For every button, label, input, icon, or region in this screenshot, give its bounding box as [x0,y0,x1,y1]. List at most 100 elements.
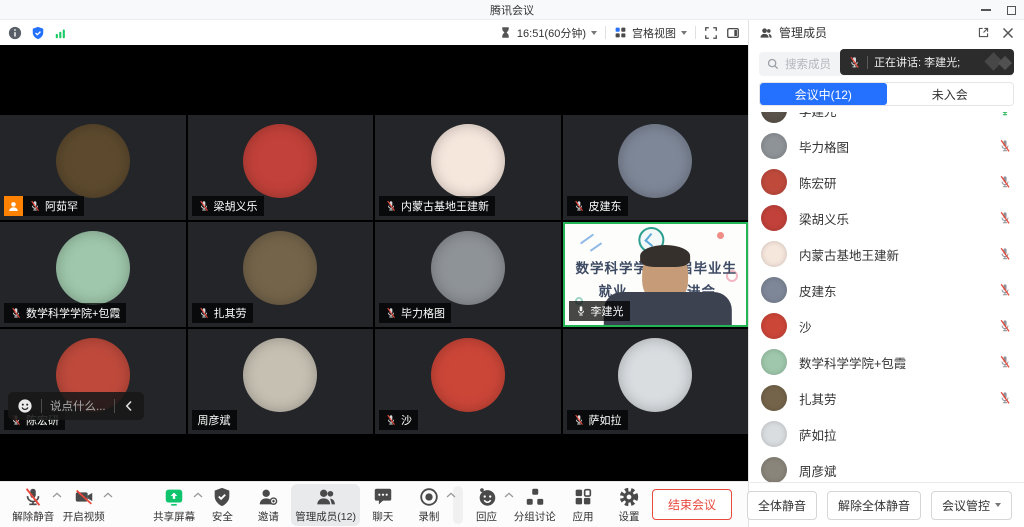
video-tile[interactable]: 周彦斌 [188,329,374,434]
window-controls [981,0,1016,20]
panel-title: 管理成员 [779,24,827,41]
maximize-icon[interactable] [1007,6,1016,15]
chat-button[interactable]: 聊天 [360,484,406,526]
avatar [761,349,787,375]
manage-members-button[interactable]: 管理成员(12) [291,484,359,526]
video-tile[interactable]: 梁胡义乐 [188,115,374,220]
members-icon [315,486,337,508]
tencent-meeting-window: 腾讯会议 16:51(60分钟) [0,0,1024,527]
video-tile[interactable]: 内蒙古基地王建新 [375,115,561,220]
view-mode-selector[interactable]: 宫格视图 [614,25,687,41]
mic-muted-icon[interactable] [998,211,1012,225]
record-button[interactable]: 录制 [406,484,452,526]
video-tile[interactable]: 沙 [375,329,561,434]
mic-muted-icon [385,414,397,426]
mic-muted-icon[interactable] [998,355,1012,369]
meeting-timer[interactable]: 16:51(60分钟) [499,25,597,41]
apps-button[interactable]: 应用 [560,484,606,526]
layout-icon[interactable] [726,26,740,40]
video-tile[interactable]: 萨如拉 [563,329,749,434]
quick-chat-bar[interactable]: 说点什么... [8,392,144,420]
member-row[interactable]: 数学科学学院+包霞 [761,344,1012,380]
start-video-button[interactable]: 开启视频 [58,484,108,526]
close-icon[interactable] [1002,27,1014,39]
video-tile-active-speaker[interactable]: 数学科学学 届毕业生 就业 进会 李建光 [563,222,749,327]
avatar [761,241,787,267]
member-row[interactable]: 周彦斌 [761,452,1012,482]
reaction-button[interactable]: 回应 [464,484,510,526]
mic-muted-icon[interactable] [998,319,1012,333]
mic-muted-icon [22,486,44,508]
video-tile[interactable]: 皮建东 [563,115,749,220]
mute-all-button[interactable]: 全体静音 [747,491,817,520]
member-row[interactable]: 毕力格图 [761,128,1012,164]
window-titlebar: 腾讯会议 [0,0,1024,20]
invite-button[interactable]: 邀请 [245,484,291,526]
share-screen-button[interactable]: 共享屏幕 [149,484,199,526]
tool-label: 共享屏幕 [153,509,195,524]
unmute-button[interactable]: 解除静音 [8,484,58,526]
popout-icon[interactable] [977,26,990,39]
fullscreen-icon[interactable] [704,26,718,40]
video-tile[interactable]: 阿茹罕 [0,115,186,220]
participant-name: 萨如拉 [589,412,622,428]
info-icon[interactable] [8,26,22,40]
member-row[interactable]: 皮建东 [761,272,1012,308]
member-name: 数学科学学院+包霞 [799,353,986,372]
network-signal-icon[interactable] [54,26,68,40]
settings-button[interactable]: 设置 [606,484,652,526]
avatar [761,385,787,411]
mic-muted-icon[interactable] [998,175,1012,189]
video-tile[interactable]: 毕力格图 [375,222,561,327]
end-meeting-button[interactable]: 结束会议 [652,489,732,520]
mic-muted-icon [385,307,397,319]
security-shield-icon[interactable] [31,26,45,40]
participant-name: 周彦斌 [198,412,231,428]
chevron-up-icon[interactable] [103,492,113,498]
unmute-all-button[interactable]: 解除全体静音 [827,491,921,520]
mic-muted-icon[interactable] [998,391,1012,405]
security-button[interactable]: 安全 [199,484,245,526]
minimize-icon[interactable] [981,9,991,11]
smiley-icon[interactable] [17,398,33,414]
timer-text: 16:51(60分钟) [517,25,586,41]
mic-muted-icon[interactable] [998,139,1012,153]
mic-speaking-icon[interactable] [998,112,1012,117]
doodle [589,242,602,252]
member-row[interactable]: 陈宏研 [761,164,1012,200]
divider [41,399,42,413]
tab-in-meeting[interactable]: 会议中(12) [760,83,887,105]
member-row[interactable]: 内蒙古基地王建新 [761,236,1012,272]
member-row[interactable]: 李建光 [761,112,1012,128]
meeting-control-button[interactable]: 会议管控 [931,491,1012,520]
collapse-arrow-icon[interactable] [123,400,135,412]
tab-not-joined[interactable]: 未入会 [887,83,1014,105]
record-icon [418,486,440,508]
doodle [579,234,593,245]
video-tile[interactable]: 数学科学学院+包霞 [0,222,186,327]
mic-muted-icon[interactable] [998,283,1012,297]
tool-label: 邀请 [258,509,279,524]
tool-label: 聊天 [372,509,393,524]
video-tile[interactable]: 扎其劳 [188,222,374,327]
member-row[interactable]: 梁胡义乐 [761,200,1012,236]
apps-icon [572,486,594,508]
window-title: 腾讯会议 [490,2,534,18]
participant-name-tag: 萨如拉 [567,410,628,430]
search-icon [767,58,779,70]
member-row[interactable]: 萨如拉 [761,416,1012,452]
participant-name: 李建光 [591,303,624,319]
member-row[interactable]: 扎其劳 [761,380,1012,416]
breakout-rooms-button[interactable]: 分组讨论 [510,484,560,526]
member-row[interactable]: 沙 [761,308,1012,344]
chevron-up-icon[interactable] [446,492,456,498]
member-name: 内蒙古基地王建新 [799,245,986,264]
member-name: 周彦斌 [799,461,1012,480]
participant-name-tag: 扎其劳 [192,303,253,323]
mic-muted-icon[interactable] [998,247,1012,261]
shield-check-icon [211,486,233,508]
participant-name-tag: 周彦斌 [192,410,237,430]
camera-off-icon [73,486,95,508]
mic-on-icon [575,305,587,317]
quick-chat-placeholder[interactable]: 说点什么... [50,398,106,414]
